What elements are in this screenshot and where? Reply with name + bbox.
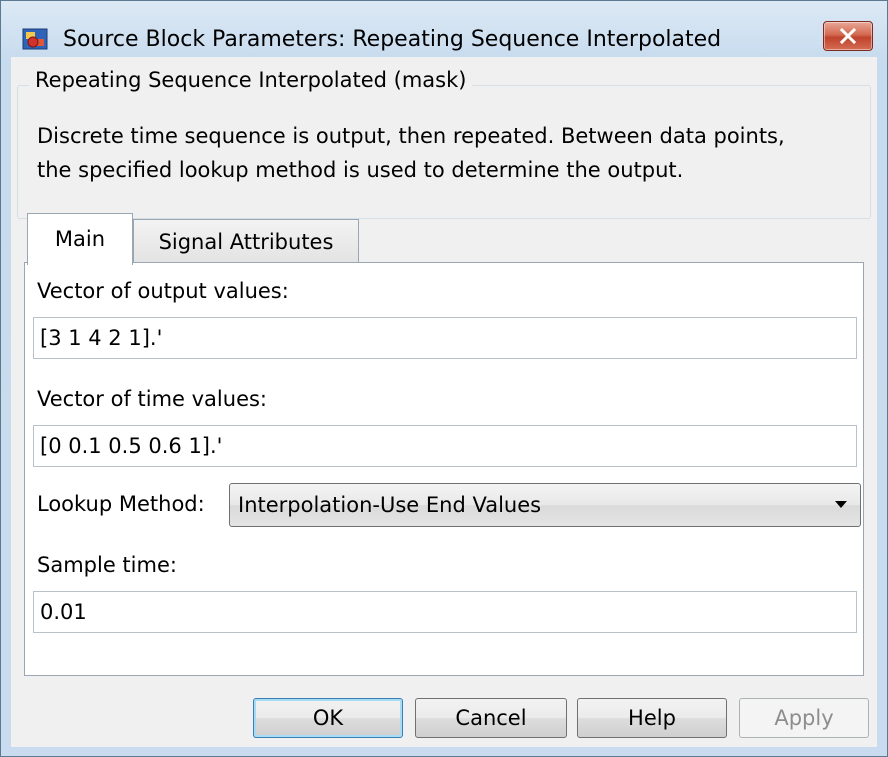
simulink-block-icon — [21, 25, 51, 55]
cancel-button[interactable]: Cancel — [415, 698, 567, 738]
help-button[interactable]: Help — [577, 698, 727, 738]
mask-description: Discrete time sequence is output, then r… — [37, 119, 867, 187]
lookup-method-value: Interpolation-Use End Values — [238, 493, 542, 517]
description-line: Discrete time sequence is output, then r… — [37, 124, 785, 148]
output-values-label: Vector of output values: — [37, 279, 289, 303]
tab-signal-attributes[interactable]: Signal Attributes — [133, 219, 359, 263]
lookup-method-label: Lookup Method: — [37, 492, 205, 516]
lookup-method-select[interactable]: Interpolation-Use End Values — [229, 483, 861, 527]
dialog-content: Repeating Sequence Interpolated (mask) D… — [11, 57, 877, 747]
tab-main[interactable]: Main — [27, 213, 133, 265]
sample-time-label: Sample time: — [37, 553, 177, 577]
description-line: the specified lookup method is used to d… — [37, 158, 684, 182]
apply-button[interactable]: Apply — [739, 698, 869, 738]
main-tab-panel: Vector of output values: [3 1 4 2 1].' V… — [24, 262, 864, 676]
ok-button[interactable]: OK — [253, 698, 403, 738]
close-icon — [839, 28, 857, 44]
mask-group-title: Repeating Sequence Interpolated (mask) — [29, 68, 473, 92]
chevron-down-icon — [835, 501, 847, 508]
dialog-window: Source Block Parameters: Repeating Seque… — [0, 0, 888, 757]
sample-time-field[interactable]: 0.01 — [33, 591, 857, 633]
close-button[interactable] — [823, 21, 873, 51]
output-values-field[interactable]: [3 1 4 2 1].' — [33, 317, 857, 359]
time-values-field[interactable]: [0 0.1 0.5 0.6 1].' — [33, 425, 857, 467]
time-values-label: Vector of time values: — [37, 387, 268, 411]
window-title: Source Block Parameters: Repeating Seque… — [63, 27, 722, 52]
